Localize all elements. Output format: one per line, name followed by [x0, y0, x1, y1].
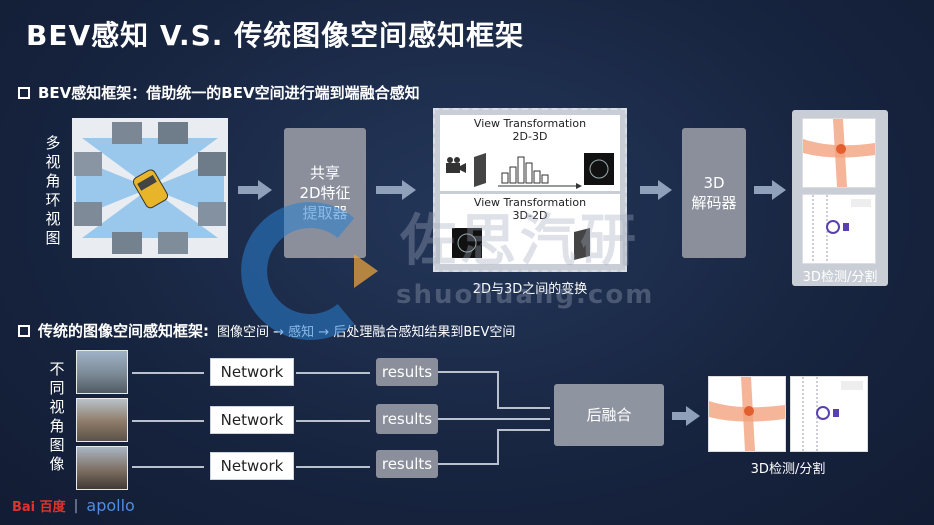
results-box-3: results [376, 450, 438, 478]
connector-1 [132, 372, 204, 374]
results-box-2: results [376, 404, 438, 434]
network-box-1: Network [210, 358, 294, 386]
decoder-box: 3D 解码器 [682, 128, 746, 258]
section2-heading-bold: 传统的图像空间感知框架: [38, 322, 209, 340]
watermark-url: shuohuang.com [396, 280, 655, 310]
arrow-3 [640, 180, 672, 200]
view-transform-2d3d-panel: View Transformation 2D-3D [440, 115, 620, 191]
section2-output-caption: 3D检测/分割 [750, 462, 826, 477]
camera-icon [446, 157, 466, 173]
camera-image-3 [76, 446, 128, 490]
section1-heading: BEV感知框架：借助统一的BEV空间进行端到端融合感知 [18, 82, 420, 103]
bev-output-panel: 3D检测/分割 [792, 110, 888, 286]
section1-input-label: 多视角环视图 [45, 134, 61, 247]
fusion-connectors [438, 371, 550, 465]
connector-3 [132, 466, 204, 468]
segmentation-map-image [802, 118, 876, 188]
connector-6 [296, 466, 370, 468]
results-box-1: results [376, 358, 438, 386]
connector-4 [296, 372, 370, 374]
camera-image-1 [76, 350, 128, 394]
watermark-logo-icon [241, 202, 378, 340]
fusion-box: 后融合 [554, 384, 664, 446]
logo-divider: | [73, 497, 79, 514]
section1-output-caption: 3D检测/分割 [802, 270, 878, 285]
network-box-3: Network [210, 452, 294, 480]
arrow-4 [754, 180, 786, 200]
arrow-1 [238, 180, 272, 200]
section2-segmentation-image [708, 376, 786, 452]
detection-map-image [802, 194, 876, 264]
section1-heading-text: BEV感知框架：借助统一的BEV空间进行端到端融合感知 [38, 84, 420, 102]
view-transform-2d3d-title: View Transformation 2D-3D [473, 117, 587, 143]
square-bullet-icon [18, 324, 30, 337]
arrow-5 [672, 406, 700, 426]
square-bullet-icon [18, 86, 30, 99]
camera-image-2 [76, 398, 128, 442]
section2-input-label: 不同视角图像 [49, 360, 65, 473]
apollo-logo: apollo [86, 496, 135, 515]
connector-2 [132, 420, 204, 422]
footer-logos: Bai 百度 | apollo [12, 496, 135, 515]
surround-view-image [72, 118, 228, 258]
page-title: BEV感知 V.S. 传统图像空间感知框架 [26, 19, 525, 52]
connector-5 [296, 420, 370, 422]
section2-detection-image [790, 376, 868, 452]
watermark-text: 佐思汽研 [400, 209, 640, 274]
baidu-logo: Bai 百度 [12, 500, 66, 515]
network-box-2: Network [210, 406, 294, 434]
